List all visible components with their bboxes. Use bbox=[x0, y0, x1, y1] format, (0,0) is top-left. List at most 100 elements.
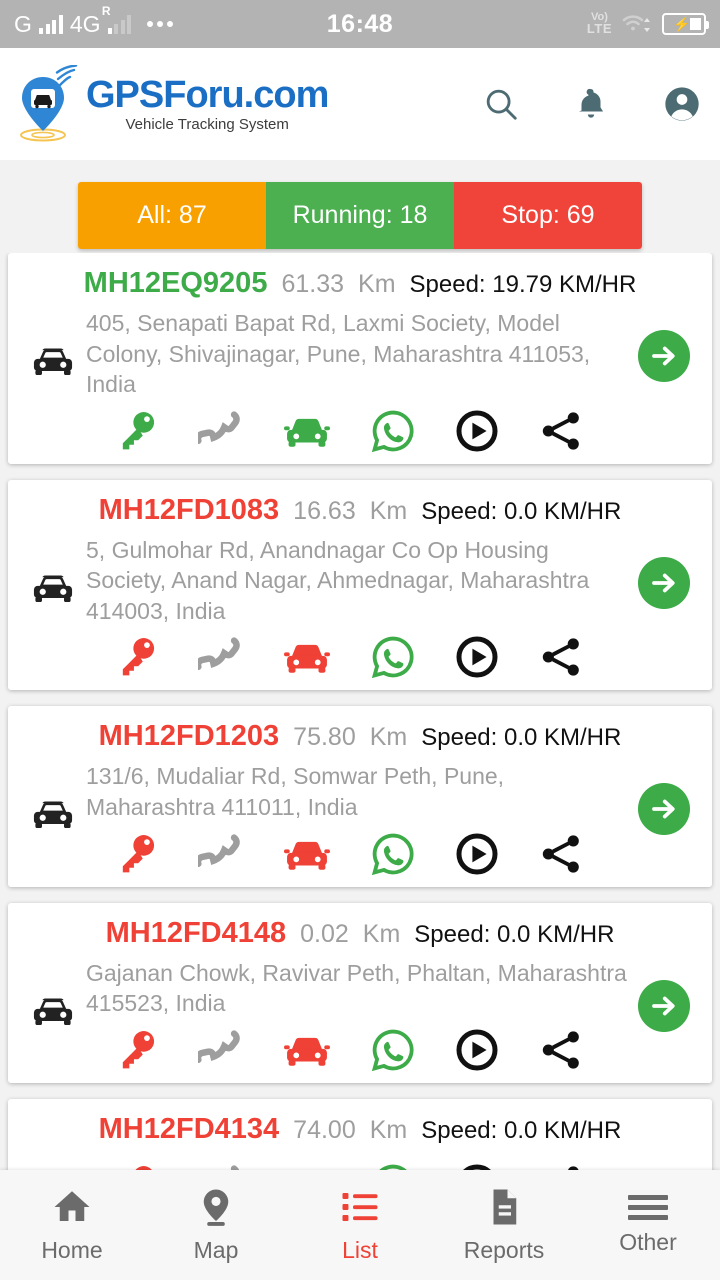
whatsapp-icon[interactable] bbox=[370, 1027, 416, 1073]
document-icon bbox=[493, 1189, 517, 1225]
phone-icon[interactable] bbox=[198, 1027, 244, 1073]
logo[interactable]: GPSForu.com Vehicle Tracking System bbox=[14, 65, 329, 143]
play-icon[interactable] bbox=[454, 1027, 500, 1073]
battery-fill bbox=[690, 18, 701, 30]
vehicle-detail-button[interactable] bbox=[638, 783, 690, 836]
vehicle-card-header: MH12FD1083 16.63 Km Speed: 0.0 KM/HR bbox=[20, 494, 700, 527]
key-icon[interactable] bbox=[114, 1027, 160, 1073]
vehicle-action-row bbox=[86, 823, 628, 877]
vehicle-distance: 75.80 bbox=[293, 723, 356, 752]
filter-all-button[interactable]: All: 87 bbox=[78, 182, 266, 249]
vehicle-card-header: MH12EQ9205 61.33 Km Speed: 19.79 KM/HR bbox=[20, 267, 700, 300]
vehicle-distance-unit: Km bbox=[369, 723, 408, 752]
bell-icon[interactable] bbox=[572, 85, 610, 123]
signal-bars-2-icon bbox=[107, 14, 132, 34]
arrow-right-icon bbox=[652, 346, 675, 366]
share-icon[interactable] bbox=[538, 831, 584, 877]
share-icon[interactable] bbox=[538, 634, 584, 680]
vehicle-front-icon bbox=[33, 998, 73, 1025]
nav-label-home: Home bbox=[41, 1237, 103, 1263]
filter-running-button[interactable]: Running: 18 bbox=[266, 182, 454, 249]
arrow-right-icon bbox=[652, 800, 675, 819]
network-text: 4G bbox=[69, 10, 101, 37]
share-icon[interactable] bbox=[538, 1162, 584, 1170]
car-icon[interactable] bbox=[282, 408, 332, 454]
vehicle-card[interactable]: MH12FD1203 75.80 Km Speed: 0.0 KM/HR 131… bbox=[8, 706, 712, 887]
play-icon[interactable] bbox=[454, 831, 500, 877]
vehicle-speed: Speed: 19.79 KM/HR bbox=[409, 271, 637, 298]
vehicle-list[interactable]: MH12EQ9205 61.33 Km Speed: 19.79 KM/HR 4… bbox=[0, 253, 720, 1170]
key-icon[interactable] bbox=[114, 1162, 160, 1170]
whatsapp-icon[interactable] bbox=[370, 831, 416, 877]
phone-icon[interactable] bbox=[198, 1162, 244, 1170]
car-icon[interactable] bbox=[282, 1027, 332, 1073]
key-icon[interactable] bbox=[114, 831, 160, 877]
vehicle-card[interactable]: MH12EQ9205 61.33 Km Speed: 19.79 KM/HR 4… bbox=[8, 253, 712, 464]
bottom-navigation: Home Map List Reports Other bbox=[0, 1170, 720, 1280]
play-icon[interactable] bbox=[454, 634, 500, 680]
volte-line2: LTE bbox=[586, 21, 612, 36]
nav-item-list[interactable]: List bbox=[288, 1186, 432, 1264]
vehicle-plate: MH12FD4134 bbox=[98, 1112, 280, 1145]
nav-item-other[interactable]: Other bbox=[576, 1194, 720, 1256]
phone-icon[interactable] bbox=[198, 831, 244, 877]
brand-tagline: Vehicle Tracking System bbox=[125, 116, 289, 133]
list-icon bbox=[342, 1193, 378, 1221]
whatsapp-icon[interactable] bbox=[370, 1162, 416, 1170]
vehicle-card-body: 5, Gulmohar Rd, Anandnagar Co Op Housing… bbox=[20, 535, 700, 681]
vehicle-card-main bbox=[86, 1154, 628, 1170]
vehicle-card[interactable]: MH12FD4134 74.00 Km Speed: 0.0 KM/HR bbox=[8, 1098, 712, 1170]
share-icon[interactable] bbox=[538, 1027, 584, 1073]
search-icon[interactable] bbox=[482, 85, 520, 123]
vehicle-card-header: MH12FD1203 75.80 Km Speed: 0.0 KM/HR bbox=[20, 720, 700, 753]
vehicle-distance: 74.00 bbox=[293, 1115, 356, 1144]
vehicle-detail-button[interactable] bbox=[638, 330, 690, 382]
vehicle-distance: 61.33 bbox=[281, 270, 345, 298]
vehicle-address: 405, Senapati Bapat Rd, Laxmi Society, M… bbox=[86, 310, 591, 398]
vehicle-detail-button[interactable] bbox=[638, 556, 690, 609]
nav-item-home[interactable]: Home bbox=[0, 1186, 144, 1264]
nav-item-map[interactable]: Map bbox=[144, 1186, 288, 1264]
wifi-icon bbox=[622, 15, 650, 32]
car-icon[interactable] bbox=[282, 1162, 332, 1170]
volte-icon: Vo) LTE bbox=[587, 12, 612, 36]
vehicle-card[interactable]: MH12FD1083 16.63 Km Speed: 0.0 KM/HR 5, … bbox=[8, 479, 712, 691]
car-icon[interactable] bbox=[282, 634, 332, 680]
account-icon[interactable] bbox=[662, 84, 702, 124]
play-icon[interactable] bbox=[454, 408, 500, 454]
network-label: 4G R bbox=[69, 4, 111, 38]
home-icon bbox=[54, 1191, 90, 1221]
phone-icon[interactable] bbox=[198, 408, 244, 454]
vehicle-card-main: Gajanan Chowk, Ravivar Peth, Phaltan, Ma… bbox=[86, 958, 628, 1073]
whatsapp-icon[interactable] bbox=[370, 634, 416, 680]
vehicle-distance-unit: Km bbox=[369, 1115, 408, 1144]
phone-icon[interactable] bbox=[198, 634, 244, 680]
vehicle-card-body: Gajanan Chowk, Ravivar Peth, Phaltan, Ma… bbox=[20, 958, 700, 1073]
key-icon[interactable] bbox=[114, 634, 160, 680]
arrow-right-icon bbox=[652, 573, 675, 593]
vehicle-card[interactable]: MH12FD4148 0.02 Km Speed: 0.0 KM/HR Gaja… bbox=[8, 902, 712, 1083]
play-icon[interactable] bbox=[454, 1162, 500, 1170]
vehicle-distance: 0.02 bbox=[300, 919, 349, 948]
vehicle-address: Gajanan Chowk, Ravivar Peth, Phaltan, Ma… bbox=[86, 959, 627, 1017]
status-bar-right: Vo) LTE ⚡ bbox=[587, 12, 709, 36]
charging-bolt-icon: ⚡ bbox=[673, 15, 691, 32]
status-filter-group: All: 87 Running: 18 Stop: 69 bbox=[78, 182, 642, 249]
vehicle-card-main: 405, Senapati Bapat Rd, Laxmi Society, M… bbox=[86, 308, 628, 454]
vehicle-icon-wrap bbox=[20, 761, 86, 835]
vehicle-front-icon bbox=[33, 575, 73, 602]
vehicle-plate: MH12FD1203 bbox=[98, 720, 280, 753]
key-icon[interactable] bbox=[114, 408, 160, 454]
car-icon[interactable] bbox=[282, 831, 332, 877]
vehicle-address: 131/6, Mudaliar Rd, Somwar Peth, Pune, M… bbox=[86, 763, 505, 821]
vehicle-plate: MH12EQ9205 bbox=[83, 267, 268, 299]
brand-block: GPSForu.com Vehicle Tracking System bbox=[86, 75, 329, 133]
vehicle-card-main: 131/6, Mudaliar Rd, Somwar Peth, Pune, M… bbox=[86, 761, 628, 876]
filter-stop-button[interactable]: Stop: 69 bbox=[454, 182, 642, 249]
share-icon[interactable] bbox=[538, 408, 584, 454]
whatsapp-icon[interactable] bbox=[370, 408, 416, 454]
vehicle-action-row bbox=[86, 626, 628, 680]
vehicle-detail-button[interactable] bbox=[638, 979, 690, 1032]
nav-item-reports[interactable]: Reports bbox=[432, 1186, 576, 1264]
carrier-label: G bbox=[14, 10, 33, 37]
